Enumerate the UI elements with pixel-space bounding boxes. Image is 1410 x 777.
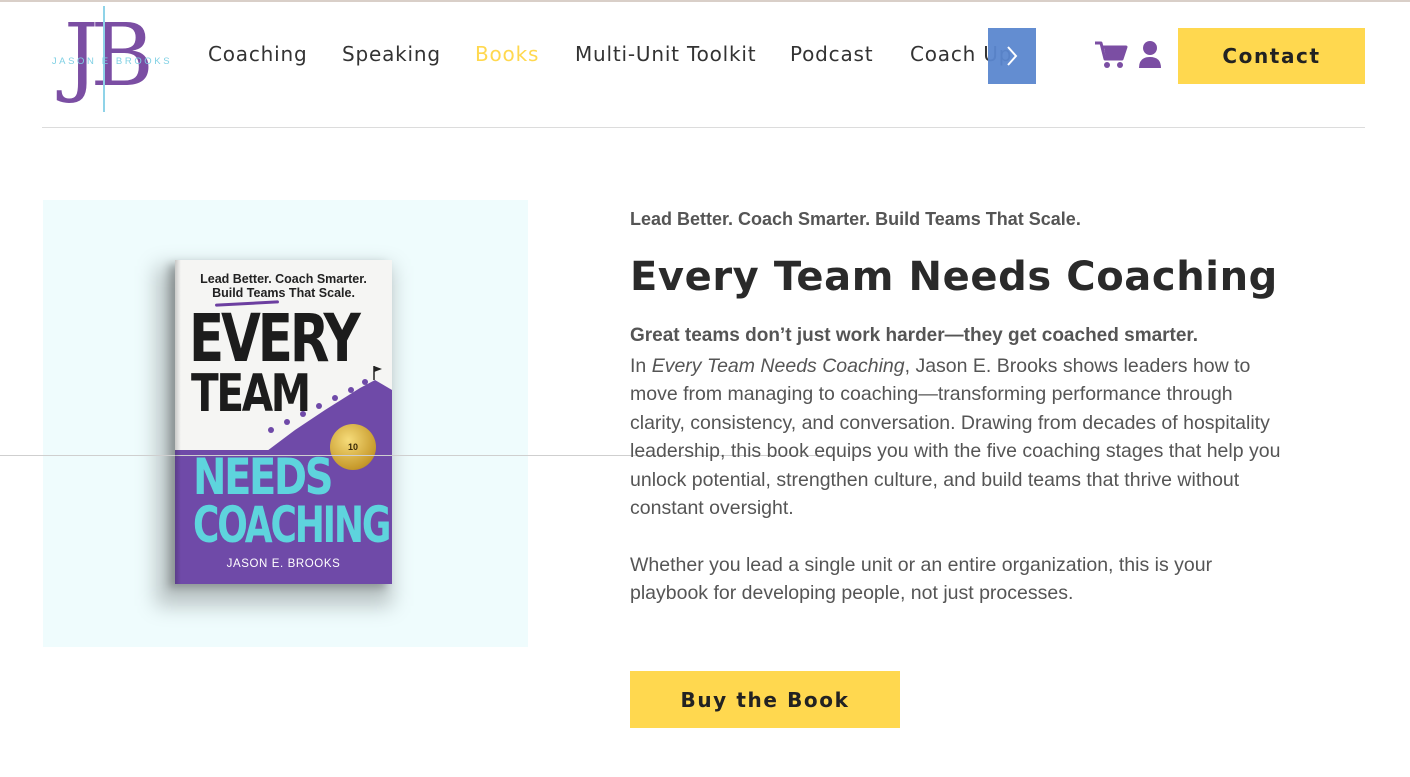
body-prefix: In [630, 355, 652, 377]
cover-word-coaching: COACHING [193, 496, 391, 554]
book-spine [175, 260, 181, 584]
logo-text: JASON E BROOKS [51, 56, 173, 67]
nav-item-podcast[interactable]: Podcast [790, 42, 873, 66]
body-rest: , Jason E. Brooks shows leaders how to m… [630, 355, 1281, 520]
chevron-right-icon [1007, 46, 1018, 66]
nav-item-books[interactable]: Books [475, 42, 539, 66]
lead-sentence: Great teams don’t just work harder—they … [630, 325, 1199, 346]
nav-item-speaking[interactable]: Speaking [342, 42, 441, 66]
description-paragraph-1: In Every Team Needs Coaching, Jason E. B… [630, 352, 1290, 522]
page-title: Every Team Needs Coaching [630, 254, 1278, 300]
user-icon[interactable] [1138, 40, 1162, 70]
body-book-title: Every Team Needs Coaching [651, 355, 905, 377]
cart-icon[interactable] [1094, 40, 1128, 70]
cover-seal: 10 [330, 424, 376, 470]
buy-the-book-button[interactable]: Buy the Book [630, 671, 900, 728]
nav-item-coaching[interactable]: Coaching [208, 42, 307, 66]
cover-tagline-1: Lead Better. Coach Smarter. [200, 272, 367, 286]
book-cover-image: Lead Better. Coach Smarter. Build Teams … [175, 260, 392, 584]
cover-author: JASON E. BROOKS [226, 558, 341, 570]
description-paragraph-2: Whether you lead a single unit or an ent… [630, 554, 1213, 605]
section-eyebrow: Lead Better. Coach Smarter. Build Teams … [630, 209, 1081, 229]
nav-item-multi-unit-toolkit[interactable]: Multi-Unit Toolkit [575, 42, 756, 66]
logo[interactable]: JB JASON E BROOKS [42, 4, 182, 112]
header-divider [42, 127, 1365, 128]
cover-tagline-2: Build Teams That Scale. [212, 286, 355, 300]
nav-scroll-button[interactable] [988, 28, 1036, 84]
contact-button[interactable]: Contact [1178, 28, 1365, 84]
site-header: JB JASON E BROOKS Coaching Speaking Book… [0, 0, 1410, 128]
